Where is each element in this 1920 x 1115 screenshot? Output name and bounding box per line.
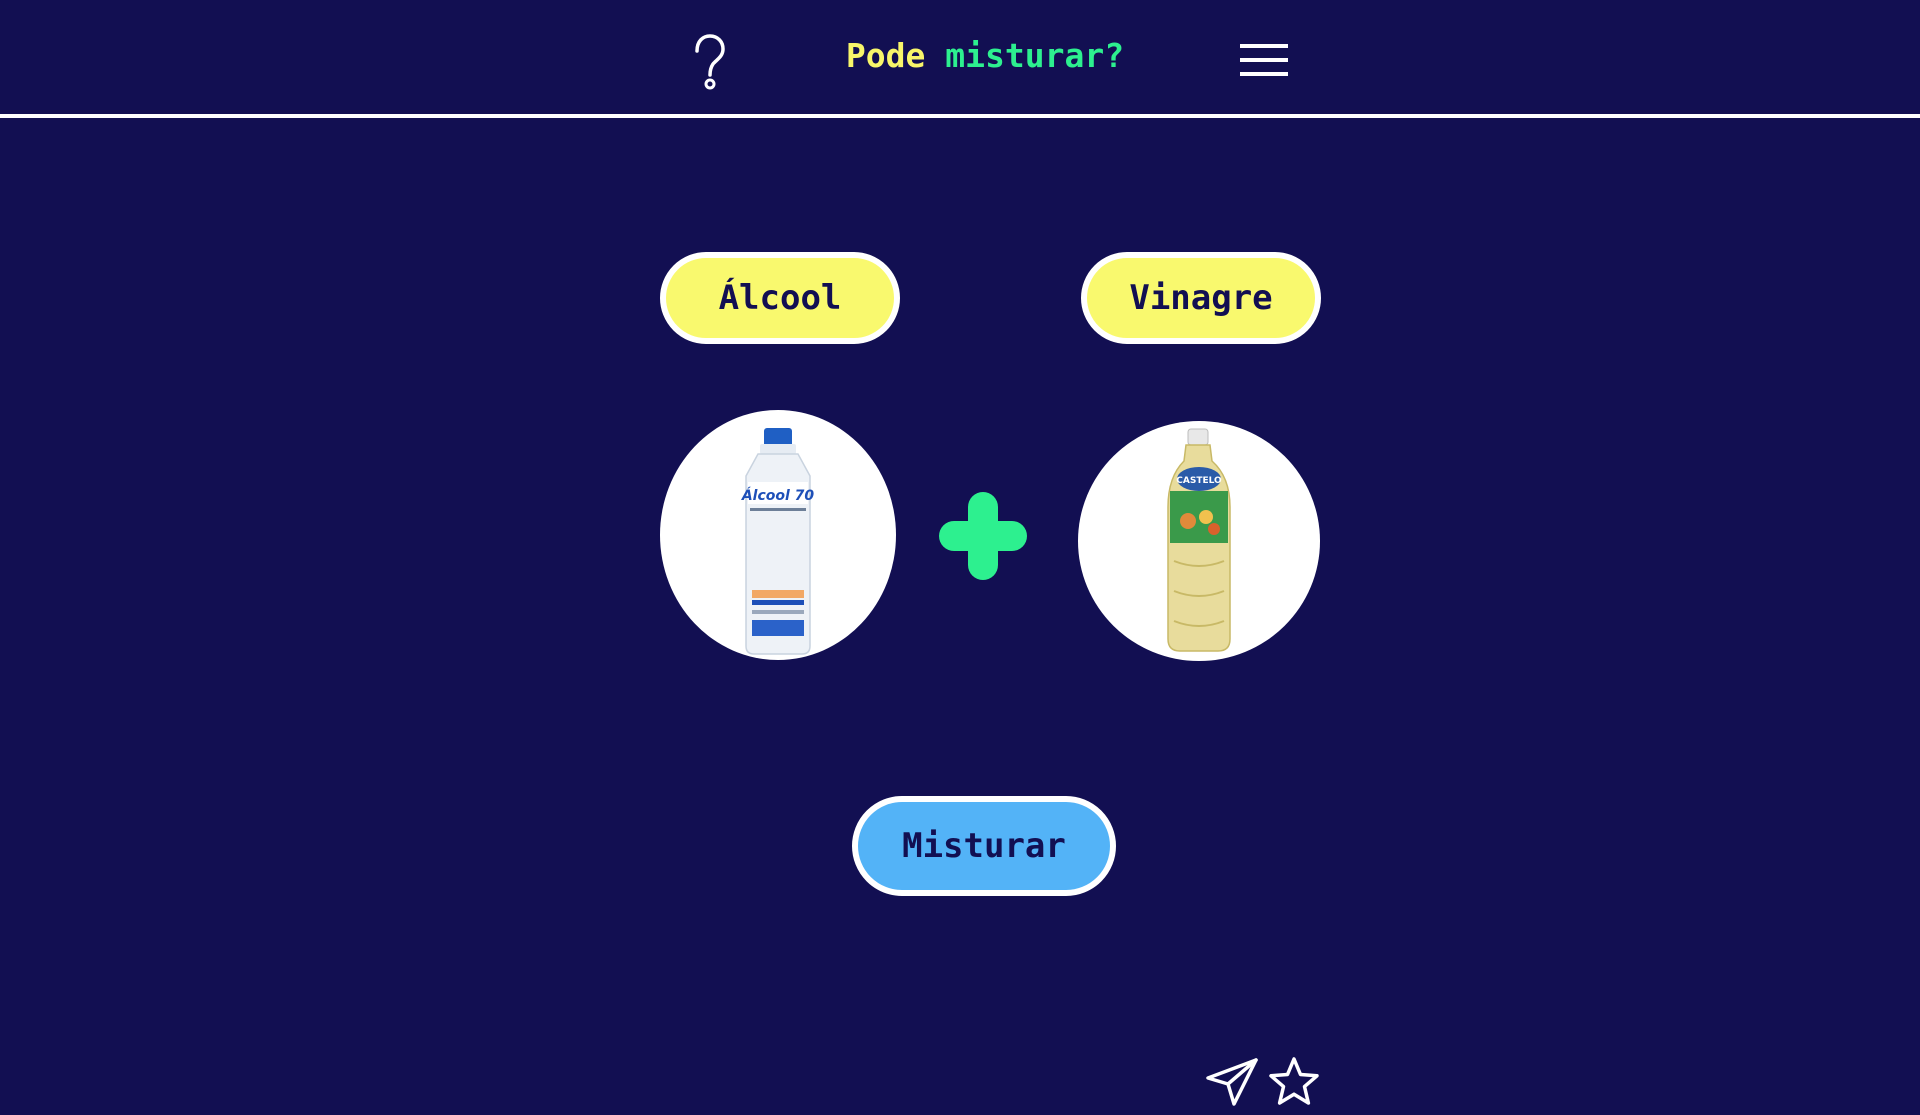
ingredient-2-selector[interactable]: Vinagre	[1081, 252, 1321, 344]
favorite-button[interactable]	[1268, 1056, 1320, 1108]
svg-text:Álcool 70: Álcool 70	[741, 487, 815, 504]
app-title: Pode misturar?	[820, 36, 1150, 75]
vinegar-bottle-image: CASTELO	[1167, 428, 1231, 652]
share-button[interactable]	[1206, 1056, 1258, 1108]
app-header: Pode misturar?	[0, 0, 1920, 118]
svg-text:CASTELO: CASTELO	[1176, 476, 1222, 486]
question-mark-icon	[695, 34, 725, 90]
star-icon	[1269, 1057, 1319, 1105]
hamburger-menu-icon	[1240, 44, 1288, 76]
plus-icon	[935, 488, 1031, 584]
app-title-part1: Pode	[845, 36, 926, 75]
help-button[interactable]	[688, 32, 732, 92]
header-divider	[0, 114, 1920, 118]
alcohol-bottle-image: Álcool 70	[741, 428, 815, 655]
ingredient-2-image[interactable]: CASTELO	[1078, 421, 1320, 661]
app-title-part2: misturar?	[945, 36, 1125, 75]
mix-button[interactable]: Misturar	[852, 796, 1116, 896]
ingredient-1-selector[interactable]: Álcool	[660, 252, 900, 344]
paper-plane-icon	[1206, 1058, 1258, 1106]
menu-button[interactable]	[1238, 40, 1290, 80]
ingredient-1-image[interactable]: Álcool 70	[660, 410, 896, 660]
